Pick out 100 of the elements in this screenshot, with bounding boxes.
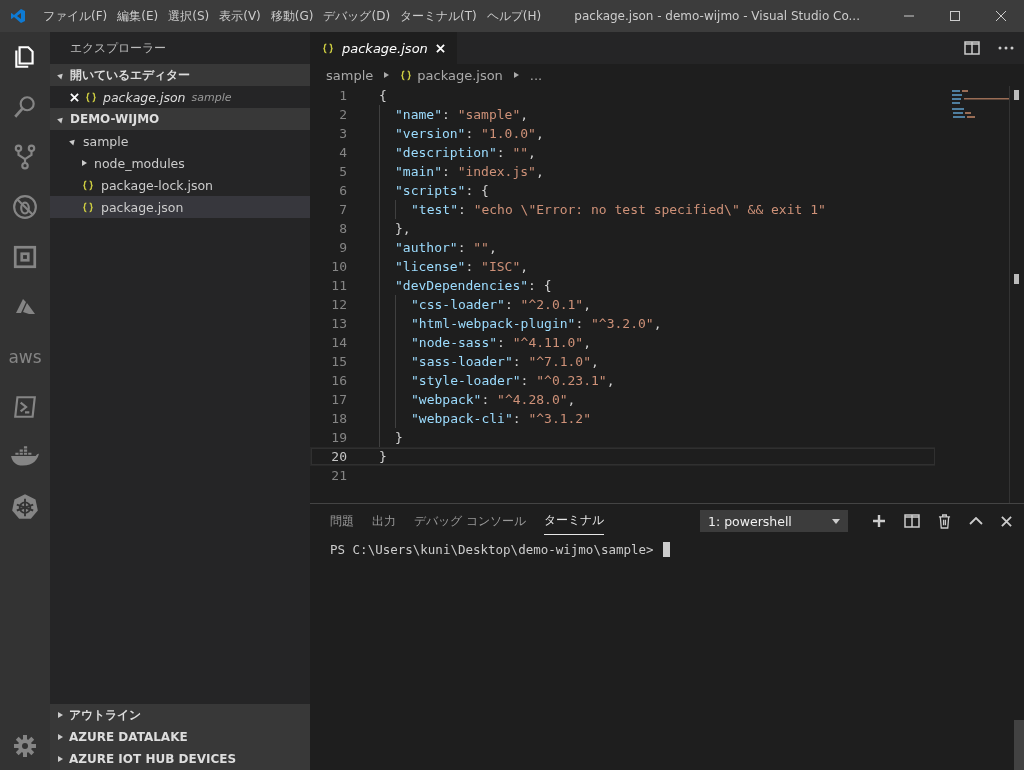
braces-icon [322, 42, 334, 54]
menu-item[interactable]: デバッグ(D) [318, 7, 396, 25]
scroll-marker [1014, 274, 1019, 284]
line-number: 14 [330, 335, 347, 350]
chevron-up-icon[interactable] [969, 517, 983, 525]
line-number: 19 [330, 430, 347, 445]
file-name: node_modules [94, 155, 185, 171]
split-terminal-icon[interactable] [904, 514, 920, 528]
breadcrumb[interactable]: sample [326, 67, 374, 83]
code-token: "scripts" [395, 183, 466, 198]
code-token: "index.js" [457, 164, 536, 179]
code-token: "main" [395, 164, 442, 179]
menu-item[interactable]: ヘルプ(H) [481, 7, 547, 25]
no-bug-icon[interactable] [12, 194, 38, 220]
code-token: , [583, 335, 592, 350]
caret-icon[interactable] [58, 734, 63, 740]
line-number: 8 [338, 221, 347, 236]
caret-icon [832, 518, 840, 524]
breadcrumb[interactable]: package.json [417, 67, 503, 83]
code-token: "^4.28.0" [497, 392, 568, 407]
trash-icon[interactable] [938, 513, 951, 529]
menu-item[interactable]: ターミナル(T) [395, 7, 482, 25]
branch-icon[interactable] [12, 144, 38, 170]
terminal-prompt: PS C:\Users\kuni\Desktop\demo-wijmo\sample> [330, 542, 655, 557]
tree-row[interactable]: sample [50, 130, 310, 152]
menu-item[interactable]: ファイル(F) [38, 7, 113, 25]
scroll-thumb[interactable] [1014, 720, 1024, 770]
code-token: "sass-loader" [411, 354, 513, 369]
editor-tab[interactable]: package.json [310, 32, 457, 64]
more-icon[interactable] [998, 46, 1014, 50]
code-token: , [535, 126, 544, 141]
code-token: "test" [411, 202, 458, 217]
braces-icon [400, 69, 413, 81]
app-logo-icon [10, 8, 26, 24]
extensions-icon[interactable] [12, 244, 38, 270]
menu-item[interactable]: 選択(S) [163, 7, 215, 25]
panel-tab[interactable]: 問題 [330, 507, 354, 535]
code-token: "name" [395, 107, 442, 122]
code-token: "author" [395, 240, 458, 255]
panel-tab[interactable]: ターミナル [543, 507, 604, 535]
caret-icon[interactable] [58, 712, 63, 718]
terminal-icon[interactable] [12, 394, 38, 420]
helm-wheel-icon[interactable] [11, 493, 39, 521]
code-token: : { [465, 183, 489, 198]
line-number: 7 [338, 202, 347, 217]
code-token: "sample" [457, 107, 521, 122]
line-number: 10 [330, 259, 347, 274]
code-token: "^7.1.0" [528, 354, 592, 369]
code-token: : [465, 126, 475, 141]
line-number: 18 [330, 411, 347, 426]
code-token: : { [528, 278, 552, 293]
tree-row[interactable]: package-lock.json [50, 174, 310, 196]
file-name: sample [83, 133, 129, 149]
code-token: { [379, 88, 387, 103]
window-title: package.json - demo-wijmo - Visual Studio Co... [574, 9, 860, 23]
caret-icon[interactable] [82, 160, 87, 166]
panel-tab[interactable]: デバッグ コンソール [414, 507, 526, 535]
panel-tab[interactable]: 出力 [372, 507, 396, 535]
line-number: 16 [330, 373, 347, 388]
code-token: "css-loader" [411, 297, 505, 312]
menu-item[interactable]: 表示(V) [214, 7, 266, 25]
code-token: , [528, 145, 536, 160]
code-token: "node-sass" [411, 335, 498, 350]
menu-item[interactable]: 移動(G) [265, 7, 319, 25]
code-token: : [481, 392, 491, 407]
caret-icon[interactable] [58, 756, 63, 762]
code-token: "" [473, 240, 489, 255]
code-token: "style-loader" [411, 373, 521, 388]
whale-icon[interactable] [10, 446, 40, 468]
search-icon[interactable] [12, 94, 38, 120]
code-token: } [395, 430, 403, 445]
tree-row[interactable]: package.json [50, 196, 310, 218]
close-icon[interactable] [1001, 515, 1012, 527]
code-token: : [457, 202, 467, 217]
code-token: , [583, 297, 592, 312]
close-icon[interactable] [995, 10, 1007, 22]
open-editor-item[interactable]: package.json [103, 89, 186, 105]
line-number: 13 [330, 316, 347, 331]
code-token: }, [395, 221, 411, 236]
plus-icon[interactable] [872, 514, 886, 528]
line-number: 4 [338, 145, 347, 160]
tree-row[interactable]: node_modules [50, 152, 310, 174]
code-token: "echo \"Error: no test specified\" && exit 1" [473, 202, 826, 217]
maximize-icon[interactable] [949, 10, 961, 22]
breadcrumb[interactable]: ... [529, 67, 543, 83]
code-token: "license" [395, 259, 466, 274]
menu-item[interactable]: 編集(E) [112, 7, 164, 25]
terminal-select[interactable]: 1: powershell [700, 510, 848, 532]
code-token: : [512, 354, 522, 369]
code-token: "^0.23.1" [536, 373, 607, 388]
split-editor-icon[interactable] [964, 41, 980, 55]
code-token: "^3.1.2" [528, 411, 592, 426]
code-token: : [496, 145, 506, 160]
code-token: , [535, 164, 544, 179]
code-token: "" [512, 145, 529, 160]
braces-icon [82, 201, 94, 213]
code-token: , [606, 373, 615, 388]
braces-icon [82, 179, 94, 191]
scroll-thumb[interactable] [1014, 90, 1019, 100]
code-token: , [653, 316, 662, 331]
